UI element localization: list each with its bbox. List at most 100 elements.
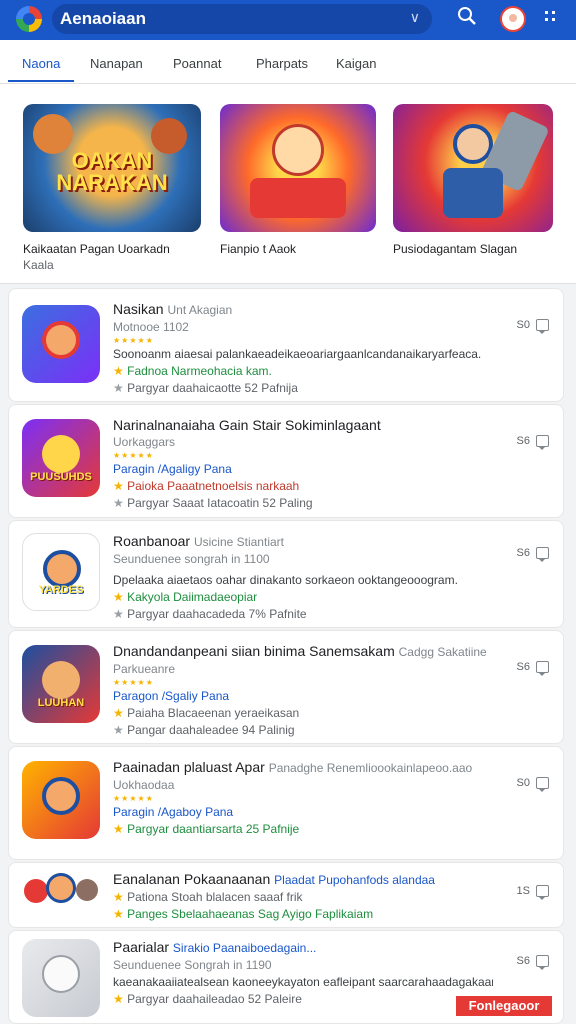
app-rating-info: Pargyar daantiarsarta 25 Pafnije — [127, 822, 300, 836]
app-details: Eanalanan Pokaanaanan Plaadat Pupohanfod… — [113, 871, 435, 921]
featured-thumbnail — [393, 104, 553, 232]
tab-naona[interactable]: Naona — [7, 40, 75, 84]
review-count[interactable]: S6 — [517, 547, 549, 562]
review-count[interactable]: S6 — [517, 435, 549, 450]
featured-title-art: OAKAN NARAKAN — [56, 148, 168, 195]
app-details: Paarialar Sirakio Paanaiboedagain... Seu… — [113, 939, 493, 1006]
star-icon: ★ — [113, 822, 124, 836]
star-icon: ★ — [113, 890, 124, 904]
search-bar[interactable]: Aenaoiaan ∨ — [52, 4, 432, 34]
app-rating-info: Pangar daahaleadee 94 Palinig — [127, 723, 295, 737]
star-icon: ★ — [113, 992, 124, 1006]
featured-carousel: OAKAN NARAKAN Kaikaatan Pagan Uoarkadn K… — [0, 84, 576, 284]
dropdown-chevron-icon[interactable]: ∨ — [410, 9, 420, 26]
app-meta: Uorkaggars — [113, 435, 176, 449]
tab-kaigan[interactable]: Kaigan — [336, 40, 376, 84]
app-icon: LUUHAN — [22, 645, 100, 723]
tab-nanapan[interactable]: Nanapan — [90, 40, 143, 84]
app-meta: Motnooe 1102 — [113, 320, 189, 334]
app-description: Paiaha Blacaeenan yeraeikasan — [127, 706, 300, 720]
app-description: Paioka Paaatnetnoelsis narkaah — [127, 479, 300, 493]
app-tag: Paragon /Sgaliy Pana — [113, 689, 230, 703]
app-details: Dnandandanpeani siian binima Sanemsakam … — [113, 643, 493, 739]
top-app-bar: Aenaoiaan ∨ — [0, 0, 576, 40]
review-count[interactable]: S6 — [517, 661, 549, 676]
comment-icon — [536, 435, 549, 450]
comment-icon — [536, 885, 549, 900]
app-rating-info: Pargyar Saaat Iatacoatin 52 Paling — [127, 496, 313, 510]
app-details: Narinalnanaiaha Gain Stair Sokiminlagaan… — [113, 417, 493, 512]
app-meta: Seunduenee songrah in 1100 — [113, 552, 270, 566]
star-icon: ★ — [113, 590, 124, 604]
list-item[interactable]: PUUSUHDS Narinalnanaiaha Gain Stair Soki… — [8, 404, 564, 518]
rating-stars: ★★★★★ — [113, 678, 154, 687]
rating-stars: ★★★★★ — [113, 336, 154, 345]
app-details: Nasikan Unt Akagian Motnooe 1102 ★★★★★ S… — [113, 301, 493, 397]
app-tag: Fadnoa Narmeohacia kam. — [127, 364, 272, 378]
star-icon: ★ — [113, 706, 124, 720]
featured-caption: Fianpio t Aaok — [220, 242, 297, 256]
featured-thumbnail — [220, 104, 376, 232]
app-description: Pationa Stoah blalacen saaaf frik — [127, 890, 303, 904]
app-name: Eanalanan Pokaanaanan — [113, 871, 271, 887]
tab-poannat[interactable]: Poannat — [173, 40, 221, 84]
list-item[interactable]: Eanalanan Pokaanaanan Plaadat Pupohanfod… — [8, 862, 564, 928]
app-details: Paainadan plaluast Apar Panadghe Renemli… — [113, 759, 493, 838]
menu-grid-icon[interactable] — [538, 6, 564, 32]
profile-avatar-icon[interactable] — [500, 6, 526, 32]
app-name: Nasikan — [113, 301, 164, 317]
featured-card[interactable]: OAKAN NARAKAN Kaikaatan Pagan Uoarkadn K… — [23, 104, 201, 273]
app-rating-info: Pargyar daahacadeda 7% Pafnite — [127, 607, 307, 621]
promo-ribbon[interactable]: Fonlegaoor — [456, 996, 552, 1016]
app-description: Dpelaaka aiaetaos oahar dinakanto sorkae… — [113, 573, 458, 587]
app-name: Roanbanoar — [113, 533, 191, 549]
review-count[interactable]: S6 — [517, 955, 549, 970]
comment-icon — [536, 319, 549, 334]
star-icon: ★ — [113, 364, 124, 378]
app-icon — [22, 869, 100, 921]
app-name: Paarialar — [113, 939, 170, 955]
featured-caption: Kaikaatan Pagan Uoarkadn Kaala — [23, 242, 170, 272]
star-icon: ★ — [113, 907, 124, 921]
app-name: Narinalnanaiaha Gain Stair Sokiminlagaan… — [113, 417, 381, 433]
featured-caption: Pusiodagantam Slagan — [393, 242, 518, 256]
tab-pharpats[interactable]: Pharpats — [256, 40, 308, 84]
review-count[interactable]: S0 — [517, 777, 549, 792]
review-count[interactable]: 1S — [517, 885, 549, 900]
app-tag: Paragin /Agaboy Pana — [113, 805, 234, 819]
app-rating-info: Pargyar daahaicaotte 52 Pafnija — [127, 381, 298, 395]
comment-icon — [536, 661, 549, 676]
featured-card[interactable]: Pusiodagantam Slagan — [393, 104, 553, 257]
search-icon[interactable] — [454, 6, 480, 32]
app-description: Soonoanm aiaesai palankaeadeikaeoariarga… — [113, 347, 482, 361]
list-item[interactable]: LUUHAN Dnandandanpeani siian binima Sane… — [8, 630, 564, 744]
app-name: Paainadan plaluast Apar — [113, 759, 265, 775]
list-item[interactable]: Nasikan Unt Akagian Motnooe 1102 ★★★★★ S… — [8, 288, 564, 402]
app-description: kaeanakaaiiatealsean kaoneeykayaton eafl… — [113, 975, 493, 989]
app-meta: Seunduenee Songrah in 1190 — [113, 958, 272, 972]
app-icon — [22, 939, 100, 1017]
rating-stars: ★★★★★ — [113, 451, 154, 460]
star-outline-icon: ★ — [113, 496, 124, 510]
comment-icon — [536, 777, 549, 792]
review-count[interactable]: S0 — [517, 319, 549, 334]
app-icon — [22, 305, 100, 383]
star-outline-icon: ★ — [113, 723, 124, 737]
app-icon: PUUSUHDS — [22, 419, 100, 497]
app-details: Roanbanoar Usicine Stiantiart Seunduenee… — [113, 533, 493, 623]
app-tag: Panges Sbelaahaeanas Sag Ayigo Faplikaia… — [127, 907, 374, 921]
star-icon: ★ — [113, 479, 124, 493]
app-rating-info: Pargyar daahaileadao 52 Paleire — [127, 992, 302, 1006]
app-tag: Kakyola Daiimadaeopiar — [127, 590, 258, 604]
app-logo-icon[interactable] — [16, 6, 42, 32]
app-icon — [22, 761, 100, 839]
star-outline-icon: ★ — [113, 607, 124, 621]
featured-card[interactable]: Fianpio t Aaok — [220, 104, 376, 257]
app-meta: Uokhaodaa — [113, 778, 175, 792]
rating-stars: ★★★★★ — [113, 794, 154, 803]
comment-icon — [536, 547, 549, 562]
app-icon: YARDES — [22, 533, 100, 611]
list-item[interactable]: Paainadan plaluast Apar Panadghe Renemli… — [8, 746, 564, 860]
list-item[interactable]: YARDES Roanbanoar Usicine Stiantiart Seu… — [8, 520, 564, 628]
comment-icon — [536, 955, 549, 970]
